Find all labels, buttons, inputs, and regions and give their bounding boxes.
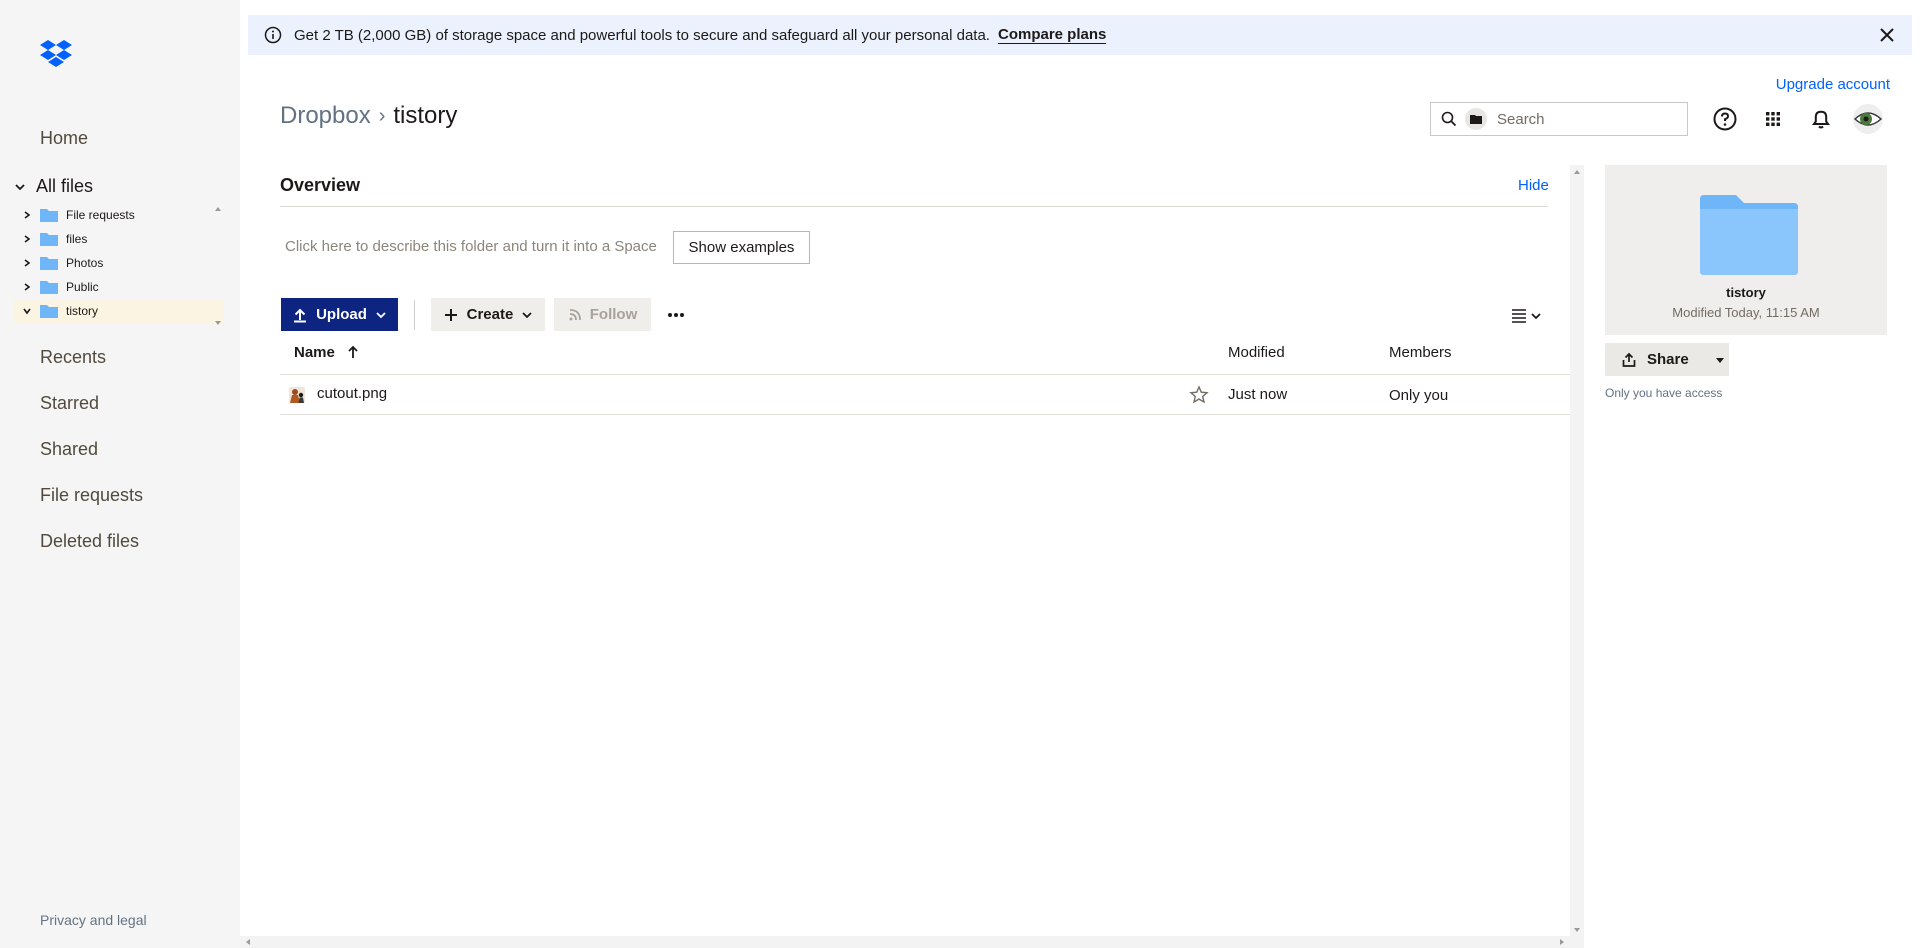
banner-text: Get 2 TB (2,000 GB) of storage space and… <box>294 26 990 44</box>
tree-item-label: Photos <box>66 256 104 270</box>
chevron-down-icon[interactable] <box>22 306 32 316</box>
create-label: Create <box>466 306 514 323</box>
view-options-icon[interactable] <box>1508 304 1548 326</box>
nav-recents[interactable]: Recents <box>40 347 106 368</box>
nav-all-files[interactable]: All files <box>14 176 93 197</box>
tree-item-label: tistory <box>66 304 99 318</box>
share-icon <box>1622 352 1636 367</box>
chevron-down-icon <box>376 311 386 318</box>
nav-shared[interactable]: Shared <box>40 439 98 460</box>
privacy-link[interactable]: Privacy and legal <box>40 912 147 928</box>
folder-icon <box>40 209 58 222</box>
horizontal-scrollbar[interactable] <box>240 936 1584 948</box>
column-members-header[interactable]: Members <box>1389 344 1452 361</box>
divider <box>280 206 1548 207</box>
chevron-right-icon[interactable] <box>22 210 32 220</box>
follow-button[interactable]: Follow <box>554 298 651 331</box>
folder-icon <box>1470 115 1482 124</box>
tree-scrollbar[interactable] <box>212 203 224 329</box>
preview-modified: Modified Today, 11:15 AM <box>1672 305 1820 320</box>
scroll-down-icon[interactable] <box>1570 923 1584 937</box>
nav-all-files-label: All files <box>36 176 94 196</box>
scroll-right-icon[interactable] <box>1556 936 1568 948</box>
scroll-left-icon[interactable] <box>242 936 254 948</box>
apps-grid-icon[interactable] <box>1760 106 1786 132</box>
breadcrumb-separator: › <box>378 104 386 127</box>
upgrade-account-link[interactable]: Upgrade account <box>1776 76 1890 93</box>
hide-overview-link[interactable]: Hide <box>1518 177 1549 194</box>
search-icon <box>1441 111 1457 127</box>
share-label: Share <box>1647 351 1689 368</box>
image-file-icon <box>289 387 305 403</box>
nav-file-requests[interactable]: File requests <box>40 485 143 506</box>
caret-down-icon[interactable] <box>1715 355 1725 365</box>
tree-item-label: File requests <box>66 208 135 222</box>
chevron-right-icon[interactable] <box>22 258 32 268</box>
tree-item-label: files <box>66 232 88 246</box>
tree-item-public[interactable]: Public <box>14 275 224 299</box>
tree-item-files[interactable]: files <box>14 227 224 251</box>
folder-preview: tistory Modified Today, 11:15 AM <box>1605 165 1887 335</box>
avatar[interactable] <box>1852 103 1884 135</box>
scroll-up-icon[interactable] <box>1570 165 1584 179</box>
upload-label: Upload <box>316 306 367 323</box>
folder-icon <box>40 257 58 270</box>
chevron-down-icon[interactable] <box>14 181 26 193</box>
folder-icon <box>40 233 58 246</box>
share-button[interactable]: Share <box>1605 343 1729 376</box>
column-name-header[interactable]: Name <box>294 344 359 361</box>
folder-icon <box>40 305 58 318</box>
chevron-right-icon[interactable] <box>22 234 32 244</box>
sort-ascending-icon <box>348 345 358 358</box>
info-icon <box>264 26 282 44</box>
file-modified: Just now <box>1228 386 1288 403</box>
upload-icon <box>294 308 307 322</box>
divider <box>280 414 1570 415</box>
dropbox-logo-icon[interactable] <box>40 40 72 70</box>
search-input[interactable]: Search <box>1497 111 1545 128</box>
create-button[interactable]: Create <box>431 298 545 331</box>
nav-home[interactable]: Home <box>40 128 88 149</box>
folder-large-icon <box>1700 195 1798 275</box>
preview-folder-name: tistory <box>1726 285 1766 300</box>
vertical-scrollbar[interactable] <box>1570 165 1584 937</box>
folder-icon <box>40 281 58 294</box>
search-box[interactable]: Search <box>1430 102 1688 136</box>
help-icon[interactable] <box>1712 106 1738 132</box>
close-icon[interactable] <box>1878 26 1896 44</box>
rss-icon <box>569 308 581 320</box>
follow-label: Follow <box>589 306 638 323</box>
sidebar: Home All files File requests files Photo… <box>0 0 240 948</box>
folder-tree: File requests files Photos Public tistor… <box>14 203 224 329</box>
file-members: Only you <box>1389 387 1449 404</box>
folder-scope-icon[interactable] <box>1465 108 1487 130</box>
column-name-label: Name <box>294 344 335 361</box>
access-note: Only you have access <box>1605 386 1723 400</box>
breadcrumb-root[interactable]: Dropbox <box>280 102 371 130</box>
page-title: tistory <box>393 102 458 129</box>
toolbar-divider <box>414 300 415 330</box>
tree-item-label: Public <box>66 280 99 294</box>
plus-icon <box>444 308 457 321</box>
tree-item-tistory[interactable]: tistory <box>14 299 224 323</box>
more-options-icon[interactable] <box>665 304 687 326</box>
column-modified-header[interactable]: Modified <box>1228 344 1285 361</box>
tree-item-file-requests[interactable]: File requests <box>14 203 224 227</box>
divider <box>280 374 1570 375</box>
chevron-down-icon <box>522 311 532 318</box>
nav-starred[interactable]: Starred <box>40 393 99 414</box>
overview-title: Overview <box>280 175 361 195</box>
star-icon[interactable] <box>1189 385 1209 405</box>
nav-deleted-files[interactable]: Deleted files <box>40 531 139 552</box>
tree-item-photos[interactable]: Photos <box>14 251 224 275</box>
promo-banner: Get 2 TB (2,000 GB) of storage space and… <box>248 15 1912 55</box>
file-name[interactable]: cutout.png <box>317 385 387 402</box>
chevron-right-icon[interactable] <box>22 282 32 292</box>
show-examples-button[interactable]: Show examples <box>673 231 810 264</box>
upload-button[interactable]: Upload <box>281 298 398 331</box>
breadcrumb: Dropbox › tistory <box>280 102 457 130</box>
bell-icon[interactable] <box>1808 106 1834 132</box>
compare-plans-link[interactable]: Compare plans <box>997 26 1107 44</box>
folder-description-input[interactable]: Click here to describe this folder and t… <box>285 238 657 255</box>
